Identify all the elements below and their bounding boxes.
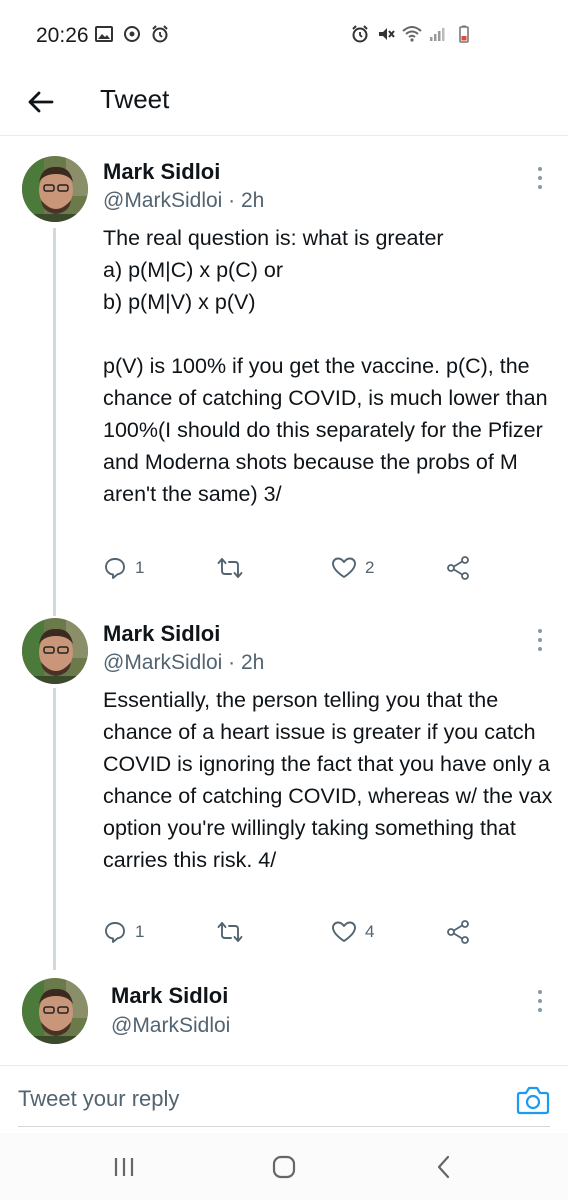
reply-input[interactable] — [18, 1086, 478, 1112]
tweet-author-name[interactable]: Mark Sidloi — [111, 983, 228, 1009]
reply-button[interactable]: 1 — [103, 917, 144, 947]
tweet-author-handle: @MarkSidloi · 2h — [103, 651, 265, 674]
avatar[interactable] — [22, 978, 88, 1044]
heart-icon — [332, 557, 356, 578]
battery-icon — [459, 25, 469, 43]
tweet-body: The real question is: what is greater a)… — [103, 226, 548, 506]
status-icons-right — [350, 24, 474, 44]
retweet-button[interactable] — [217, 553, 243, 583]
tweet[interactable]: Mark Sidloi @MarkSidloi · 2h The real qu… — [0, 136, 568, 606]
speech-bubble-icon — [105, 558, 125, 579]
home-button[interactable] — [266, 1151, 302, 1183]
tweet[interactable]: Mark Sidloi @MarkSidloi · 2h Essentially… — [0, 600, 568, 970]
status-time: 20:26 — [36, 24, 89, 47]
retweet-icon — [217, 922, 243, 942]
wifi-icon — [402, 26, 422, 42]
header: Tweet — [0, 68, 568, 136]
like-button[interactable]: 4 — [331, 917, 374, 947]
more-options-button[interactable] — [532, 163, 548, 193]
tweet-author-handle: @MarkSidloi — [111, 1014, 231, 1037]
tweet-actions: 1 4 — [103, 917, 543, 947]
avatar[interactable] — [22, 156, 88, 222]
chevron-left-icon — [437, 1155, 450, 1179]
alarm-icon — [152, 25, 168, 43]
reply-button[interactable]: 1 — [103, 553, 144, 583]
sync-icon — [124, 26, 140, 42]
gallery-icon — [95, 26, 113, 42]
retweet-icon — [217, 558, 243, 578]
avatar-image — [22, 978, 88, 1044]
reply-count: 1 — [135, 922, 145, 941]
share-icon — [447, 556, 469, 580]
reply-count: 1 — [135, 558, 145, 577]
retweet-button[interactable] — [217, 917, 243, 947]
tweet-actions: 1 2 — [103, 553, 543, 583]
more-options-button[interactable] — [532, 986, 548, 1016]
tweet-author-name[interactable]: Mark Sidloi — [103, 159, 220, 185]
avatar-image — [22, 156, 88, 222]
avatar-image — [22, 618, 88, 684]
tweet-text: Essentially, the person telling you that… — [103, 684, 553, 876]
recent-apps-button[interactable] — [106, 1151, 142, 1183]
like-button[interactable]: 2 — [331, 553, 374, 583]
alarm-icon — [352, 25, 368, 43]
tweet-focused[interactable]: Mark Sidloi @MarkSidloi — [0, 970, 568, 1065]
reply-bar — [0, 1065, 568, 1133]
camera-button[interactable] — [516, 1084, 550, 1116]
thread-line — [53, 600, 56, 616]
status-icons-left — [94, 24, 170, 44]
share-button[interactable] — [445, 917, 471, 947]
home-icon — [272, 1155, 296, 1179]
more-options-button[interactable] — [532, 625, 548, 655]
tweet-body: Essentially, the person telling you that… — [103, 688, 553, 872]
tweet-text: The real question is: what is greater a)… — [103, 222, 553, 510]
tweet-author-name[interactable]: Mark Sidloi — [103, 621, 220, 647]
back-button[interactable] — [20, 82, 60, 122]
page-title: Tweet — [100, 84, 170, 114]
heart-icon — [332, 921, 356, 942]
share-button[interactable] — [445, 553, 471, 583]
tweet-author-handle: @MarkSidloi · 2h — [103, 189, 265, 212]
thread-line — [53, 228, 56, 606]
like-count: 4 — [365, 922, 375, 941]
status-bar: 20:26 — [0, 0, 568, 68]
recent-apps-icon — [114, 1158, 134, 1176]
mute-icon — [379, 28, 395, 40]
share-icon — [447, 920, 469, 944]
arrow-left-icon — [28, 91, 54, 113]
like-count: 2 — [365, 558, 375, 577]
thread-line — [53, 688, 56, 970]
back-nav-button[interactable] — [426, 1151, 462, 1183]
camera-icon — [516, 1086, 550, 1115]
signal-icon — [430, 28, 445, 41]
speech-bubble-icon — [105, 922, 125, 943]
system-nav-bar — [0, 1133, 568, 1200]
avatar[interactable] — [22, 618, 88, 684]
reply-underline — [18, 1126, 550, 1127]
